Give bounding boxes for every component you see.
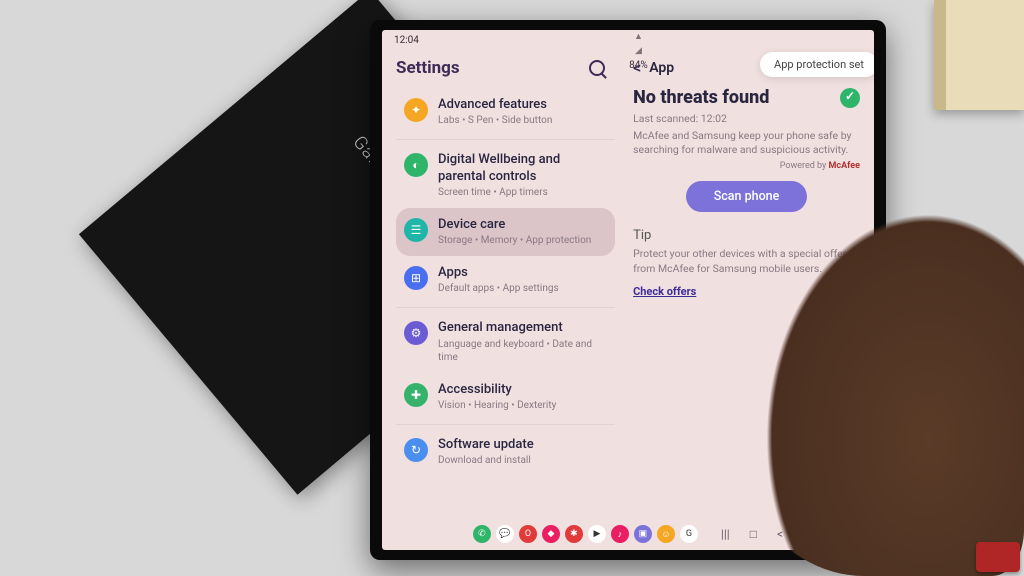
sidebar-item-sub: Vision • Hearing • Dexterity [438,399,556,412]
corner-badge [976,542,1020,572]
sidebar-item-title: General management [438,320,607,336]
crumb-label: App [649,60,674,76]
threat-heading: No threats found [633,87,769,108]
dock-contacts-icon[interactable]: ☺ [657,525,675,543]
advanced-icon: ✦ [404,98,428,122]
apps-icon: ⊞ [404,266,428,290]
dock-settings-icon[interactable]: ✱ [565,525,583,543]
status-bar: 12:04 ⋮ ▲ ◢ 84% [382,30,874,50]
wood-block [934,0,1024,110]
scan-phone-button[interactable]: Scan phone [686,181,808,212]
dock-youtube-icon[interactable]: ▶ [588,525,606,543]
general-icon: ⚙ [404,321,428,345]
check-icon [840,88,860,108]
detail-pane: < App App protection set No threats foun… [623,50,874,550]
sidebar-item-swupdate[interactable]: ↻ Software updateDownload and install [396,428,615,476]
wellbeing-icon: ◐ [404,153,428,177]
sidebar-item-devicecare[interactable]: ☰ Device careStorage • Memory • App prote… [396,208,615,256]
sidebar-item-sub: Download and install [438,454,534,467]
back-icon[interactable]: < [633,58,641,77]
sidebar-item-accessibility[interactable]: ✚ AccessibilityVision • Hearing • Dexteri… [396,373,615,421]
tablet-device: 12:04 ⋮ ▲ ◢ 84% Settings ✦Advanced featu… [370,20,886,560]
dock-music-icon[interactable]: ♪ [611,525,629,543]
sidebar-item-wellbeing[interactable]: ◐ Digital Wellbeing and parental controls… [396,143,615,208]
sidebar-item-title: Advanced features [438,97,552,113]
sidebar-item-sub: Storage • Memory • App protection [438,234,591,247]
sidebar-item-title: Apps [438,265,559,281]
check-offers-link[interactable]: Check offers [633,285,860,298]
dock-store-icon[interactable]: ▣ [634,525,652,543]
swupdate-icon: ↻ [404,438,428,462]
tip-body: Protect your other devices with a specia… [633,247,860,276]
dock-chat-icon[interactable]: 💬 [496,525,514,543]
sidebar-item-general[interactable]: ⚙ General management Language and keyboard… [396,311,615,372]
dock-google-icon[interactable]: G [680,525,698,543]
sidebar-item-sub: Screen time • App timers [438,186,607,199]
devicecare-icon: ☰ [404,218,428,242]
sidebar-item-sub: Default apps • App settings [438,282,559,295]
dock-app1-icon[interactable]: ◆ [542,525,560,543]
settings-pane: Settings ✦Advanced featuresLabs • S Pen … [382,50,623,550]
sidebar-item-title: Accessibility [438,382,556,398]
nav-recent-icon[interactable]: ||| [721,527,730,541]
app-protection-pill[interactable]: App protection set [760,52,874,77]
dock-phone-icon[interactable]: ✆ [473,525,491,543]
sidebar-item-sub: Language and keyboard • Date and time [438,338,607,364]
search-icon[interactable] [589,60,605,76]
tip-heading: Tip [633,228,860,243]
sidebar-item-sub: Labs • S Pen • Side button [438,114,552,127]
accessibility-icon: ✚ [404,383,428,407]
powered-by: Powered by McAfee [633,161,860,171]
screen: 12:04 ⋮ ▲ ◢ 84% Settings ✦Advanced featu… [382,30,874,550]
nav-home-icon[interactable]: □ [750,527,757,541]
sidebar-item-title: Device care [438,217,591,233]
sidebar-item-title: Digital Wellbeing and parental controls [438,152,607,185]
signal-icon: ▲ [634,31,643,42]
sidebar-item-title: Software update [438,437,534,453]
last-scanned: Last scanned: 12:02 [633,112,860,125]
dock: ✆ 💬 O ◆ ✱ ▶ ♪ ▣ ☺ G ||| □ < [382,520,874,548]
sidebar-item-advanced[interactable]: ✦ Advanced featuresLabs • S Pen • Side bu… [396,88,615,136]
protection-desc: McAfee and Samsung keep your phone safe … [633,129,860,157]
sidebar-item-apps[interactable]: ⊞ AppsDefault apps • App settings [396,256,615,304]
status-time: 12:04 [394,35,419,46]
nav-back-icon[interactable]: < [777,527,783,541]
dock-opera-icon[interactable]: O [519,525,537,543]
